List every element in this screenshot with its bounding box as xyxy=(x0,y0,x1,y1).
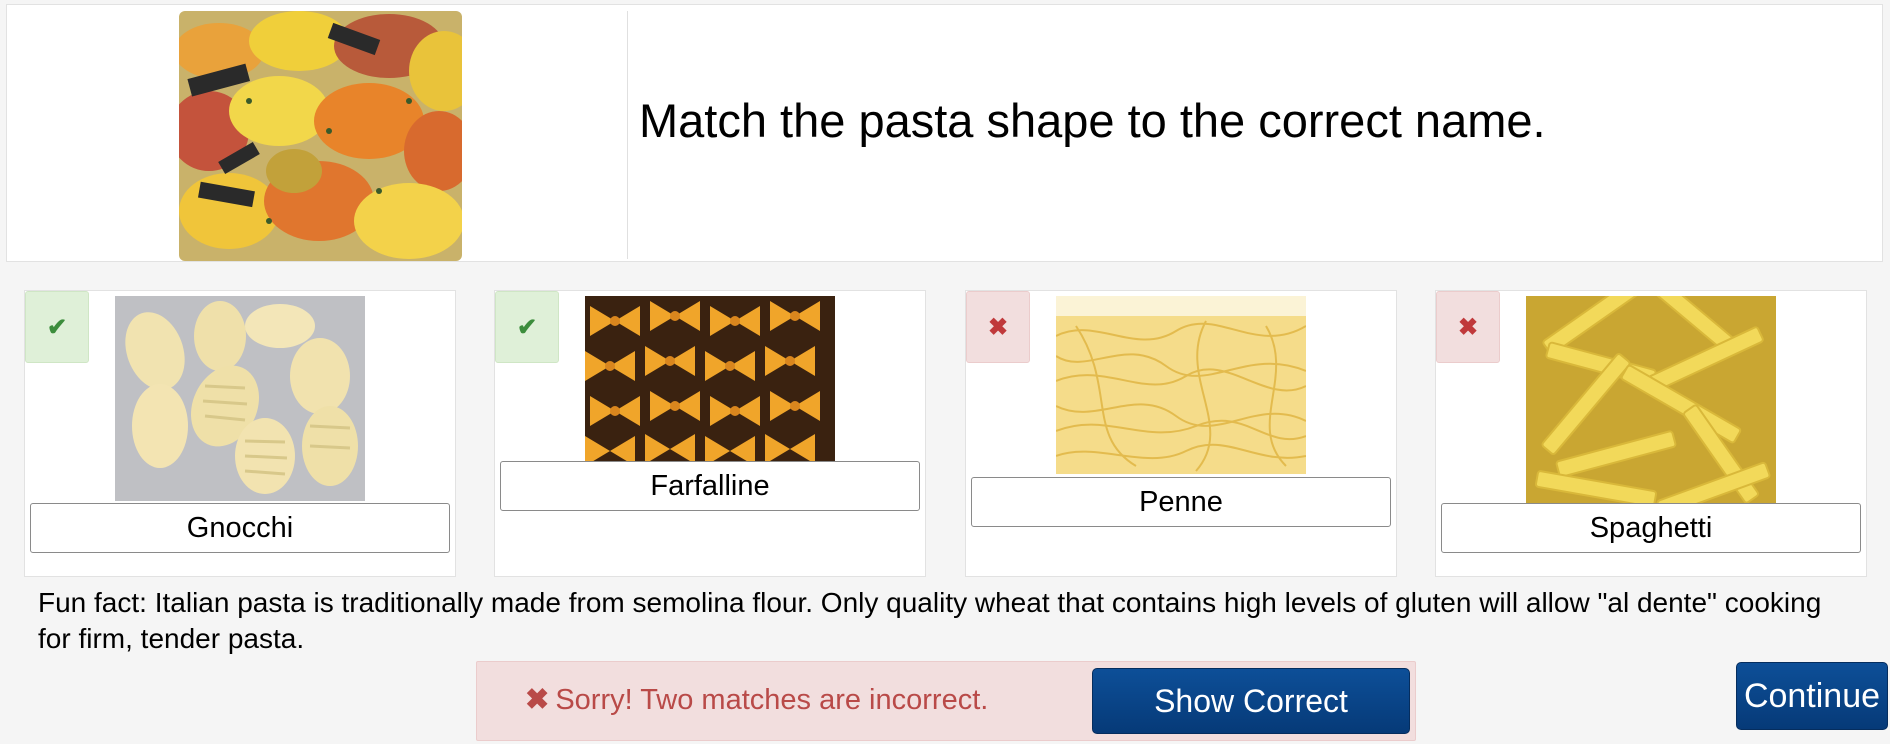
name-box-spaghetti[interactable]: Spaghetti xyxy=(1441,503,1861,553)
x-icon: ✖ xyxy=(966,291,1030,363)
header-divider xyxy=(627,11,628,259)
question-header: Match the pasta shape to the correct nam… xyxy=(6,4,1883,262)
x-icon: ✖ xyxy=(525,684,550,716)
match-card-gnocchi: ✔ Gnocchi xyxy=(24,290,456,577)
farfalle-photo xyxy=(585,296,835,461)
match-card-penne: ✖ Penne xyxy=(965,290,1397,577)
x-icon: ✖ xyxy=(1436,291,1500,363)
continue-button[interactable]: Continue xyxy=(1736,662,1888,730)
feedback-message: ✖ Sorry! Two matches are incorrect. xyxy=(525,682,988,717)
name-box-gnocchi[interactable]: Gnocchi xyxy=(30,503,450,553)
name-box-farfalline[interactable]: Farfalline xyxy=(500,461,920,511)
match-card-farfalline: ✔ Farfalline xyxy=(494,290,926,577)
gnocchi-photo xyxy=(115,296,365,501)
fun-fact-text: Fun fact: Italian pasta is traditionally… xyxy=(38,587,1822,654)
match-card-spaghetti: ✖ Spaghetti xyxy=(1435,290,1867,577)
question-prompt: Match the pasta shape to the correct nam… xyxy=(639,94,1546,147)
check-icon: ✔ xyxy=(495,291,559,363)
feedback-message-text: Sorry! Two matches are incorrect. xyxy=(555,684,989,716)
show-correct-button[interactable]: Show Correct xyxy=(1092,668,1410,734)
spaghetti-photo xyxy=(1056,296,1306,474)
name-box-penne[interactable]: Penne xyxy=(971,477,1391,527)
penne-photo xyxy=(1526,296,1776,503)
check-icon: ✔ xyxy=(25,291,89,363)
farfalle-tricolor-photo xyxy=(179,11,462,261)
